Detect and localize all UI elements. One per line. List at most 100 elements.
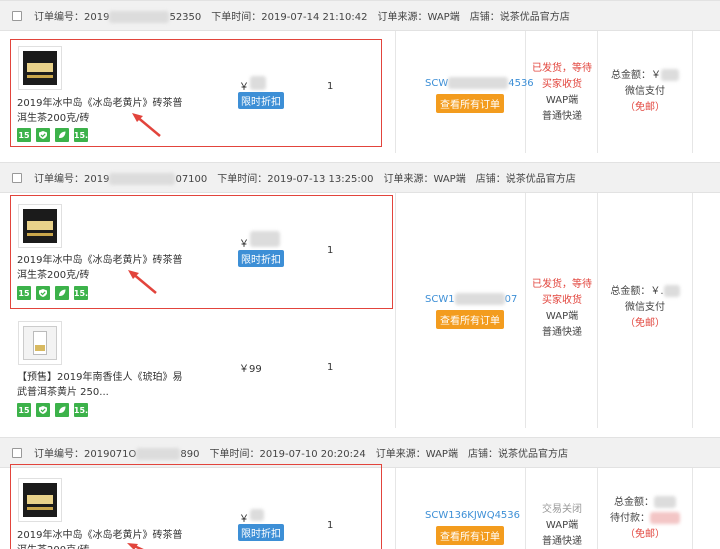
red-arrow-annotation: [128, 270, 157, 294]
trade-number[interactable]: SCW136KJWQ4536: [425, 510, 520, 521]
product-title[interactable]: 2019年冰中岛《冰岛老黄片》砖茶普洱生茶200克/砖: [17, 96, 192, 126]
fifteen-day-return-icon: 15.: [74, 286, 88, 300]
order-source: WAP端: [425, 449, 458, 460]
order-status: 已发货，等待 买家收货 WAP端 普通快递: [527, 277, 597, 341]
shield-icon: [36, 128, 50, 142]
view-all-orders-button[interactable]: 查看所有订单: [436, 94, 504, 113]
order-no-suffix: 52350: [169, 12, 202, 23]
product-title[interactable]: 2019年冰中岛《冰岛老黄片》砖茶普洱生茶200克/砖: [17, 253, 192, 283]
order-status: 已发货，等待 买家收货 WAP端 普通快递: [527, 61, 597, 125]
fifteen-day-return-icon: 15.: [74, 403, 88, 417]
redacted-blur: [250, 76, 266, 90]
redacted-blur: [654, 496, 676, 508]
order-time: 2019-07-14 21:10:42: [261, 12, 368, 23]
fifteen-day-return-icon: 15.: [74, 128, 88, 142]
service-badges: 15 15.: [17, 403, 88, 417]
order-body: 2019年冰中岛《冰岛老黄片》砖茶普洱生茶200克/砖 ￥ 限时折扣 1 SCW…: [0, 464, 720, 549]
product-quantity: 1: [327, 362, 334, 373]
fifteen-day-badge-icon: 15: [17, 286, 31, 300]
status-text-line2: 买家收货: [542, 295, 582, 306]
service-badges: 15 15.: [17, 128, 88, 142]
redacted-blur: [109, 11, 170, 23]
order-source-label: 订单来源：: [375, 449, 426, 460]
order-no-prefix: 2019071O: [84, 449, 137, 460]
total-label: 总金额：￥: [611, 70, 661, 81]
discount-tag: 限时折扣: [238, 250, 284, 267]
product-thumbnail[interactable]: [18, 321, 62, 365]
product-title[interactable]: 2019年冰中岛《冰岛老黄片》砖茶普洱生茶200克/砖: [17, 528, 192, 549]
status-text-line1: 已发货，等待: [532, 63, 592, 74]
order-time-label: 下单时间：: [209, 449, 260, 460]
order-select-checkbox[interactable]: [12, 172, 22, 183]
product-price: ￥: [239, 514, 249, 525]
service-badges: 15 15.: [17, 286, 88, 300]
order-time-label: 下单时间：: [217, 174, 268, 185]
total-label: 总金额：: [614, 497, 654, 508]
shipping-method: 普通快递: [542, 111, 582, 122]
payment-method: 微信支付: [625, 302, 665, 313]
status-text-line2: 买家收货: [542, 79, 582, 90]
payment-info: 总金额：￥. 微信支付 （免邮）: [600, 284, 690, 332]
fifteen-day-badge-icon: 15: [17, 403, 31, 417]
view-all-orders-button[interactable]: 查看所有订单: [436, 526, 504, 545]
product-thumbnail[interactable]: [18, 478, 62, 522]
order-no-prefix: 2019: [84, 12, 110, 23]
view-all-orders-button[interactable]: 查看所有订单: [436, 310, 504, 329]
order-time: 2019-07-10 20:20:24: [259, 449, 366, 460]
store-name[interactable]: 说茶优品官方店: [500, 12, 570, 23]
order-no-label: 订单编号：: [34, 449, 84, 460]
trade-number[interactable]: SCW1 07: [425, 293, 517, 305]
order-time: 2019-07-13 13:25:00: [267, 174, 374, 185]
order-source: WAP端: [433, 174, 466, 185]
product-title[interactable]: 【预售】2019年南香佳人《琥珀》易武普洱茶黄片 250...: [17, 370, 187, 400]
order-status: 交易关闭 WAP端 普通快递: [527, 502, 597, 549]
redacted-blur: [136, 448, 181, 460]
order-channel: WAP端: [545, 311, 579, 322]
store-label: 店铺：: [475, 174, 506, 185]
leaf-icon: [55, 128, 69, 142]
order-source-label: 订单来源：: [377, 12, 428, 23]
payment-method: 微信支付: [625, 86, 665, 97]
product-quantity: 1: [327, 245, 334, 256]
product-price: ￥99: [239, 364, 262, 375]
order-no-suffix: 07100: [175, 174, 208, 185]
status-text-line1: 已发货，等待: [532, 279, 592, 290]
redacted-blur: [650, 512, 680, 524]
red-arrow-annotation: [132, 113, 161, 137]
order-body: 2019年冰中岛《冰岛老黄片》砖茶普洱生茶200克/砖 15 15. ￥ 限时折…: [0, 193, 720, 428]
product-thumbnail[interactable]: [18, 204, 62, 248]
discount-tag: 限时折扣: [238, 524, 284, 541]
payment-info: 总金额：￥ 微信支付 （免邮）: [600, 68, 690, 116]
redacted-blur: [454, 293, 505, 305]
fifteen-day-badge-icon: 15: [17, 128, 31, 142]
redacted-blur: [661, 69, 679, 81]
shield-icon: [36, 286, 50, 300]
shield-icon: [36, 403, 50, 417]
leaf-icon: [55, 403, 69, 417]
order-card: 订单编号：2019071O 890 下单时间：2019-07-10 20:20:2…: [0, 437, 720, 549]
payment-info: 总金额： 待付款： （免邮）: [600, 495, 690, 543]
shipping-method: 普通快递: [542, 327, 582, 338]
order-header: 订单编号：2019 52350 下单时间：2019-07-14 21:10:42 …: [0, 1, 720, 31]
order-source-label: 订单来源：: [383, 174, 434, 185]
red-arrow-annotation: [127, 543, 144, 549]
trade-number[interactable]: SCW 4536: [425, 77, 534, 89]
order-select-checkbox[interactable]: [12, 447, 22, 458]
order-body: 2019年冰中岛《冰岛老黄片》砖茶普洱生茶200克/砖 15 15. ￥ 限时折…: [0, 31, 720, 153]
product-price: ￥: [239, 82, 249, 93]
order-time-label: 下单时间：: [211, 12, 262, 23]
shipping-method: 普通快递: [542, 536, 582, 547]
order-no-suffix: 890: [180, 449, 200, 460]
product-thumbnail[interactable]: [18, 46, 62, 90]
discount-tag: 限时折扣: [238, 92, 284, 109]
store-name[interactable]: 说茶优品官方店: [506, 174, 576, 185]
product-quantity: 1: [327, 520, 334, 531]
order-no-label: 订单编号：: [34, 174, 84, 185]
store-name[interactable]: 说茶优品官方店: [498, 449, 568, 460]
order-select-checkbox[interactable]: [12, 10, 22, 21]
free-shipping: （免邮）: [625, 318, 665, 329]
order-card: 订单编号：2019 07100 下单时间：2019-07-13 13:25:00 …: [0, 162, 720, 428]
free-shipping: （免邮）: [625, 102, 665, 113]
redacted-blur: [109, 173, 176, 185]
order-channel: WAP端: [545, 520, 579, 531]
